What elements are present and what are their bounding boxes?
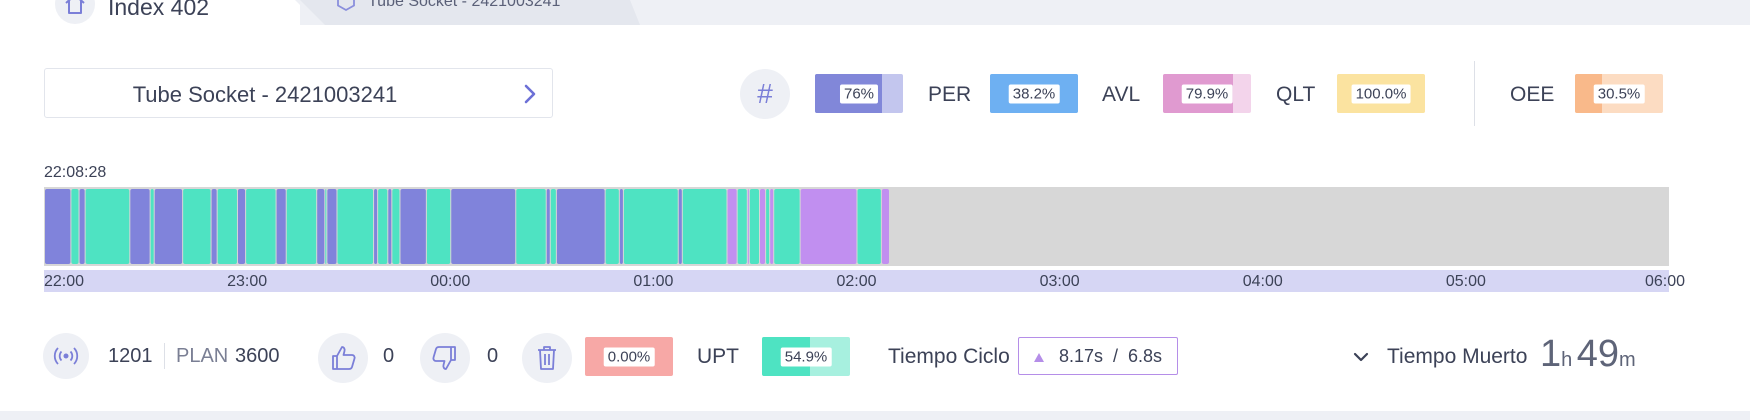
production-count: 1201 <box>108 345 153 367</box>
timeline-segment-other[interactable] <box>760 189 766 264</box>
timeline-segment-production[interactable] <box>325 189 327 264</box>
downtime-hours: 1 <box>1540 333 1562 375</box>
timeline-segment-production[interactable] <box>286 189 317 264</box>
timeline-segment-production[interactable] <box>246 189 276 264</box>
timeline-segment-production[interactable] <box>682 189 727 264</box>
timeline-segment-production[interactable] <box>857 189 881 264</box>
thumbs-down-icon[interactable] <box>420 333 470 383</box>
chevron-down-icon[interactable] <box>1352 350 1370 369</box>
scrap-box: 0.00% <box>585 337 673 376</box>
timeline-tick-label: 00:00 <box>430 273 471 290</box>
thumbs-up-icon[interactable] <box>318 333 368 383</box>
timeline-segment-stop[interactable] <box>211 189 217 264</box>
timeline-tick-label: 05:00 <box>1445 273 1486 290</box>
timeline-tick-label: 23:00 <box>227 273 268 290</box>
timeline-tick-label: 03:00 <box>1039 273 1080 290</box>
timeline-segment-stop[interactable] <box>327 189 337 264</box>
timeline-segment-production[interactable] <box>605 189 619 264</box>
timeline-segment-stop[interactable] <box>388 189 392 264</box>
timeline-segment-stop[interactable] <box>678 189 682 264</box>
downtime-hours-unit: h <box>1561 349 1573 371</box>
timeline-segment-stop[interactable] <box>317 189 325 264</box>
timeline-segment-production[interactable] <box>183 189 211 264</box>
timeline-segment-stop[interactable] <box>451 189 516 264</box>
upt-value: 54.9% <box>780 347 832 366</box>
timeline-segment-stop[interactable] <box>154 189 183 264</box>
timeline-segment-production[interactable] <box>426 189 451 264</box>
timeline-segment-stop[interactable] <box>276 189 286 264</box>
timeline-segment-production[interactable] <box>774 189 800 264</box>
downtime-label[interactable]: Tiempo Muerto <box>1387 345 1527 369</box>
scrap-percent: 0.00% <box>603 347 655 366</box>
timeline-segment-production[interactable] <box>378 189 388 264</box>
timeline-segment-production[interactable] <box>737 189 747 264</box>
timeline-tick-label: 06:00 <box>1644 273 1686 290</box>
timeline-segment-production[interactable] <box>550 189 556 264</box>
triangle-up-icon <box>1033 350 1045 368</box>
timeline-segment-stop[interactable] <box>45 189 71 264</box>
timeline-segment-other[interactable] <box>727 189 737 264</box>
timeline-chart <box>44 187 1669 266</box>
plan-label: PLAN <box>176 345 229 367</box>
timeline-segment-production[interactable] <box>217 189 237 264</box>
downtime-minutes: 49 <box>1576 333 1619 375</box>
timeline-segment-other[interactable] <box>881 189 889 264</box>
timeline-tick-label: 02:00 <box>836 273 877 290</box>
timeline-tick-label: 04:00 <box>1242 273 1283 290</box>
bad-count: 0 <box>487 345 499 367</box>
timeline-segment-production[interactable] <box>749 189 759 264</box>
timeline-segment-stop[interactable] <box>79 189 85 264</box>
antenna-icon <box>43 333 89 379</box>
timeline-segment-production[interactable] <box>337 189 374 264</box>
bottom-strip <box>0 411 1750 420</box>
timeline-segment-production[interactable] <box>71 189 79 264</box>
plan-value: 3600 <box>235 345 280 367</box>
good-count: 0 <box>383 345 395 367</box>
timeline-segment-production[interactable] <box>516 189 546 264</box>
timeline-segment-production[interactable] <box>85 189 130 264</box>
timeline-segment-production[interactable] <box>766 189 770 264</box>
timeline-segment-stop[interactable] <box>237 189 246 264</box>
timeline-segment-stop[interactable] <box>374 189 378 264</box>
timeline-segment-production[interactable] <box>150 189 154 264</box>
upt-box: 54.9% <box>762 337 850 376</box>
timeline-segment-stop[interactable] <box>130 189 150 264</box>
cycle-time-label: Tiempo Ciclo <box>888 345 1010 368</box>
downtime-minutes-unit: m <box>1619 349 1636 371</box>
timeline-segment-other[interactable] <box>800 189 857 264</box>
downtime-value: 1h 49m <box>1540 333 1636 376</box>
timeline-segment-stop[interactable] <box>400 189 426 264</box>
trash-icon[interactable] <box>522 333 572 383</box>
timeline-segment-other[interactable] <box>747 189 749 264</box>
timeline-segment-other[interactable] <box>770 189 774 264</box>
timeline-tick-label: 01:00 <box>633 273 674 290</box>
cycle-time-value: 8.17s / 6.8s <box>1059 346 1163 366</box>
timeline-segment-stop[interactable] <box>619 189 623 264</box>
timeline-segment-stop[interactable] <box>546 189 550 264</box>
cycle-time-box: 8.17s / 6.8s <box>1018 337 1178 375</box>
stat-divider <box>164 343 165 369</box>
timeline-segment-production[interactable] <box>623 189 678 264</box>
upt-label: UPT <box>697 345 739 368</box>
timeline-segment-stop[interactable] <box>556 189 605 264</box>
timeline-segment-production[interactable] <box>392 189 400 264</box>
timeline-tick-label: 22:00 <box>44 273 85 290</box>
